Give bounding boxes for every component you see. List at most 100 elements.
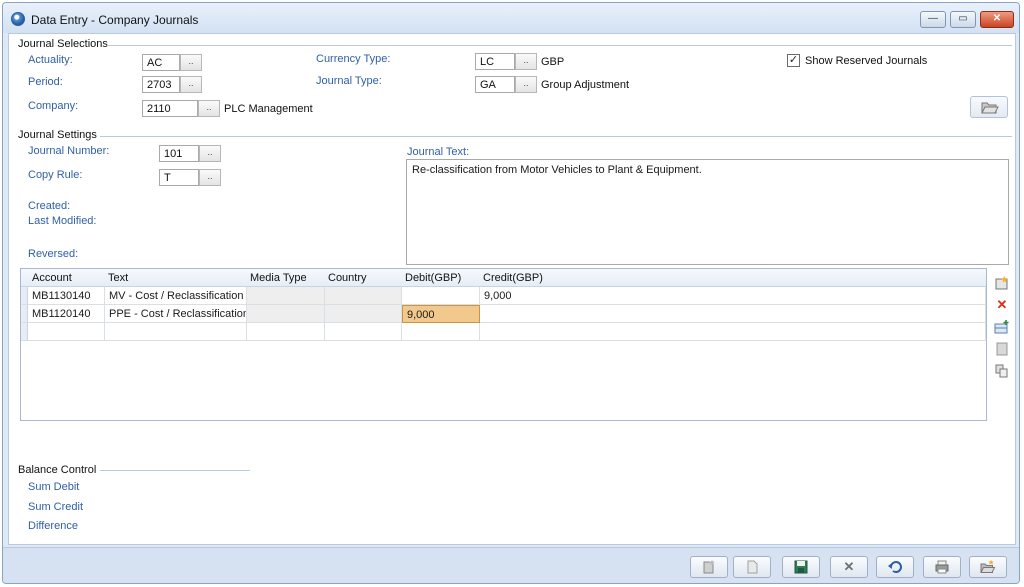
cell-text[interactable]: MV - Cost / Reclassification bbox=[105, 287, 247, 305]
journal-type-description: Group Adjustment bbox=[541, 79, 630, 91]
blank-page-button[interactable] bbox=[733, 556, 771, 578]
company-description: PLC Management bbox=[224, 103, 313, 115]
save-button[interactable] bbox=[782, 556, 820, 578]
copy-row-button[interactable] bbox=[993, 362, 1011, 380]
print-icon bbox=[935, 560, 949, 574]
open-journal-button[interactable] bbox=[969, 556, 1007, 578]
column-header-text[interactable]: Text bbox=[108, 272, 128, 284]
sum-credit-label: Sum Credit bbox=[28, 501, 84, 513]
app-icon bbox=[11, 12, 25, 26]
cell-debit[interactable] bbox=[402, 323, 480, 341]
delete-row-icon: ✕ bbox=[996, 297, 1008, 312]
grid-header: Account Text Media Type Country Debit(GB… bbox=[21, 269, 986, 287]
cell-credit[interactable]: 9,000 bbox=[480, 287, 986, 305]
folder-open-icon bbox=[981, 102, 999, 114]
window-title: Data Entry - Company Journals bbox=[31, 13, 199, 27]
minimize-button[interactable]: — bbox=[920, 11, 946, 28]
company-field[interactable]: 2110 bbox=[142, 100, 198, 117]
actuality-label: Actuality: bbox=[28, 54, 73, 66]
column-header-country[interactable]: Country bbox=[328, 272, 367, 284]
undo-button[interactable] bbox=[876, 556, 914, 578]
journal-lines-grid: Account Text Media Type Country Debit(GB… bbox=[20, 268, 987, 421]
grid-view-button[interactable] bbox=[993, 340, 1011, 358]
journal-number-label: Journal Number: bbox=[28, 145, 110, 157]
balance-control-divider bbox=[100, 470, 250, 471]
journal-selections-title: Journal Selections bbox=[18, 38, 108, 50]
cell-media-type[interactable] bbox=[247, 305, 325, 323]
company-journals-window: Data Entry - Company Journals — ▭ ✕ Jour… bbox=[2, 2, 1020, 584]
row-marker[interactable] bbox=[21, 305, 28, 323]
copy-rule-lookup-button[interactable]: .. bbox=[199, 169, 221, 186]
new-row-icon bbox=[995, 276, 1008, 290]
cell-text[interactable]: PPE - Cost / Reclassification bbox=[105, 305, 247, 323]
journal-selections-divider bbox=[107, 45, 1012, 46]
journal-type-field[interactable]: GA bbox=[475, 76, 515, 93]
journal-text-memo[interactable]: Re-classification from Motor Vehicles to… bbox=[406, 159, 1009, 265]
print-button[interactable] bbox=[923, 556, 961, 578]
column-header-credit[interactable]: Credit(GBP) bbox=[483, 272, 543, 284]
company-label: Company: bbox=[28, 100, 79, 112]
journal-settings-title: Journal Settings bbox=[18, 129, 97, 141]
period-label: Period: bbox=[28, 76, 63, 88]
row-marker[interactable] bbox=[21, 287, 28, 305]
actuality-lookup-button[interactable]: .. bbox=[180, 54, 202, 71]
copy-icon bbox=[995, 364, 1008, 378]
last-modified-label: Last Modified: bbox=[28, 215, 97, 227]
actuality-field[interactable]: AC bbox=[142, 54, 180, 71]
balance-control-title: Balance Control bbox=[18, 464, 97, 476]
save-icon bbox=[794, 560, 808, 574]
column-header-account[interactable]: Account bbox=[32, 272, 72, 284]
cell-credit[interactable] bbox=[480, 305, 986, 323]
delete-icon: ✕ bbox=[843, 559, 855, 574]
journal-number-field[interactable]: 101 bbox=[159, 145, 199, 162]
cell-account[interactable] bbox=[28, 323, 105, 341]
maximize-button[interactable]: ▭ bbox=[950, 11, 976, 28]
difference-label: Difference bbox=[28, 520, 78, 532]
journal-text-label: Journal Text: bbox=[407, 146, 470, 158]
period-field[interactable]: 2703 bbox=[142, 76, 180, 93]
cell-media-type[interactable] bbox=[247, 287, 325, 305]
currency-type-label: Currency Type: bbox=[316, 53, 391, 65]
currency-type-field[interactable]: LC bbox=[475, 53, 515, 70]
cell-account[interactable]: MB1120140 bbox=[28, 305, 105, 323]
close-button[interactable]: ✕ bbox=[980, 11, 1014, 28]
insert-row-icon bbox=[994, 320, 1009, 334]
open-folder-button[interactable] bbox=[970, 96, 1008, 118]
copy-rule-field[interactable]: T bbox=[159, 169, 199, 186]
journal-number-lookup-button[interactable]: .. bbox=[199, 145, 221, 162]
new-journal-button[interactable] bbox=[690, 556, 728, 578]
delete-row-button[interactable]: ✕ bbox=[993, 296, 1011, 314]
cell-country[interactable] bbox=[325, 305, 402, 323]
currency-description: GBP bbox=[541, 56, 565, 68]
show-reserved-checkbox[interactable]: ✓ bbox=[787, 54, 800, 67]
footer-toolbar: ✕ bbox=[3, 547, 1019, 583]
cell-debit[interactable] bbox=[402, 287, 480, 305]
period-lookup-button[interactable]: .. bbox=[180, 76, 202, 93]
cell-debit-selected[interactable]: 9,000 bbox=[402, 305, 480, 323]
client-area: Journal Selections Actuality: AC .. Peri… bbox=[8, 33, 1016, 545]
undo-icon bbox=[888, 561, 902, 573]
cell-country[interactable] bbox=[325, 287, 402, 305]
title-bar[interactable]: Data Entry - Company Journals — ▭ ✕ bbox=[3, 3, 1019, 33]
delete-button[interactable]: ✕ bbox=[830, 556, 868, 578]
blank-page-icon bbox=[747, 560, 758, 574]
created-label: Created: bbox=[28, 200, 71, 212]
currency-type-lookup-button[interactable]: .. bbox=[515, 53, 537, 70]
row-marker[interactable] bbox=[21, 323, 28, 341]
column-header-media-type[interactable]: Media Type bbox=[250, 272, 307, 284]
journal-type-label: Journal Type: bbox=[316, 75, 382, 87]
journal-settings-divider bbox=[100, 136, 1012, 137]
new-row-button[interactable] bbox=[993, 274, 1011, 292]
cell-account[interactable]: MB1130140 bbox=[28, 287, 105, 305]
cell-credit[interactable] bbox=[480, 323, 986, 341]
cell-country[interactable] bbox=[325, 323, 402, 341]
reversed-label: Reversed: bbox=[28, 248, 79, 260]
new-icon bbox=[703, 560, 715, 574]
company-lookup-button[interactable]: .. bbox=[198, 100, 220, 117]
column-header-debit[interactable]: Debit(GBP) bbox=[405, 272, 461, 284]
insert-row-button[interactable] bbox=[993, 318, 1011, 336]
cell-text[interactable] bbox=[105, 323, 247, 341]
journal-type-lookup-button[interactable]: .. bbox=[515, 76, 537, 93]
cell-media-type[interactable] bbox=[247, 323, 325, 341]
copy-rule-label: Copy Rule: bbox=[28, 169, 83, 181]
